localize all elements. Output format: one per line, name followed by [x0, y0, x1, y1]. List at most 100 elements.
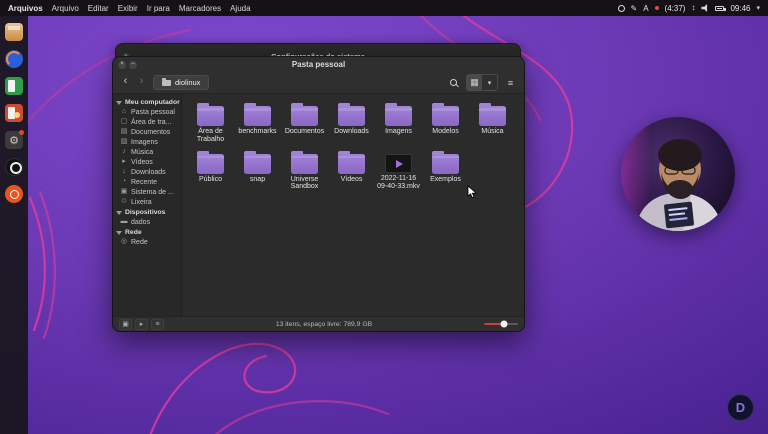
logo-letter: D — [735, 400, 746, 415]
file-item-imagens[interactable]: Imagens — [375, 103, 422, 144]
dock-obs-studio-icon[interactable] — [5, 158, 23, 176]
status-text: 13 itens, espaço livre: 789,9 GB — [275, 320, 373, 328]
file-item-modelos[interactable]: Modelos — [422, 103, 469, 144]
file-item-universe-sandbox[interactable]: Universe Sandbox — [281, 150, 328, 192]
file-item-area-de-trabalho[interactable]: Área de Trabalho — [187, 103, 234, 144]
sidebar-item-dados[interactable]: dados — [113, 217, 181, 227]
title-bar[interactable]: × – Pasta pessoal — [113, 57, 524, 72]
sidebar-item-imagens[interactable]: Imagens — [113, 137, 181, 147]
chevron-down-icon — [116, 230, 122, 235]
mouse-cursor — [467, 185, 478, 204]
sidebar-item-pasta-pessoal[interactable]: Pasta pessoal — [113, 107, 181, 117]
status-bar: ▣ ▸ ≡ 13 itens, espaço livre: 789,9 GB — [113, 316, 524, 331]
menu-ajuda[interactable]: Ajuda — [230, 4, 250, 13]
menu-marcadores[interactable]: Marcadores — [179, 4, 221, 13]
back-button[interactable]: ‹ — [119, 75, 132, 90]
search-button[interactable] — [446, 75, 461, 90]
diolinux-logo: D — [727, 394, 754, 421]
folder-icon — [479, 103, 506, 126]
terminal-toggle-icon[interactable]: ≡ — [151, 318, 164, 330]
sidebar-item-lixeira[interactable]: Lixeira — [113, 197, 181, 207]
search-icon — [450, 79, 457, 86]
file-item-downloads[interactable]: Downloads — [328, 103, 375, 144]
sidebar-item-rede[interactable]: Rede — [113, 237, 181, 247]
sidebar-section-rede[interactable]: Rede — [113, 227, 181, 237]
toolbar: ‹ › diolinux ▦ ▾ ≡ — [113, 72, 524, 94]
dock-ubuntu-icon[interactable] — [5, 185, 23, 203]
dock-libreoffice-impress-icon[interactable] — [5, 104, 23, 122]
file-item-exemplos[interactable]: Exemplos — [422, 150, 469, 192]
file-label: benchmarks — [238, 128, 277, 135]
sidebar-item-label: Rede — [131, 238, 148, 246]
zoom-slider[interactable] — [484, 319, 518, 330]
sidebar-item-videos[interactable]: Vídeos — [113, 157, 181, 167]
section-label: Rede — [125, 229, 142, 236]
file-label: snap — [249, 175, 266, 183]
file-item-benchmarks[interactable]: benchmarks — [234, 103, 281, 144]
places-toggle-icon[interactable]: ▣ — [119, 318, 132, 330]
file-label: Modelos — [432, 128, 459, 135]
close-icon[interactable]: × — [118, 60, 126, 69]
keyboard-layout-indicator[interactable]: A — [643, 4, 648, 13]
drive-icon — [120, 218, 128, 226]
focused-app-name[interactable]: Arquivos — [8, 4, 43, 13]
clock[interactable]: 09:46 — [730, 4, 750, 13]
file-item-snap[interactable]: snap — [234, 150, 281, 192]
menu-exibir[interactable]: Exibir — [118, 4, 138, 13]
dock-libreoffice-calc-icon[interactable] — [5, 77, 23, 95]
file-item-videos[interactable]: Vídeos — [328, 150, 375, 192]
annotation-pen-icon[interactable]: ✎ — [631, 4, 638, 13]
sidebar-item-recente[interactable]: Recente — [113, 177, 181, 187]
file-item-documentos[interactable]: Documentos — [281, 103, 328, 144]
sidebar-item-sistema[interactable]: Sistema de ... — [113, 187, 181, 197]
videos-icon — [120, 158, 128, 166]
folder-icon — [338, 103, 365, 126]
sidebar-section-dispositivos[interactable]: Dispositivos — [113, 207, 181, 217]
file-item-musica[interactable]: Música — [469, 103, 516, 144]
sidebar-item-musica[interactable]: Música — [113, 147, 181, 157]
webcam-overlay — [621, 117, 735, 231]
forward-button[interactable]: › — [135, 75, 148, 90]
sidebar-item-area-de-trabalho[interactable]: Área de tra... — [113, 117, 181, 127]
top-bar: Arquivos Arquivo Editar Exibir Ir para M… — [0, 0, 768, 16]
treeview-toggle-icon[interactable]: ▸ — [135, 318, 148, 330]
sidebar-item-label: Downloads — [131, 168, 166, 176]
file-label: Downloads — [334, 128, 369, 135]
menu-icon[interactable]: ≡ — [503, 75, 518, 90]
menu-arquivo[interactable]: Arquivo — [52, 4, 79, 13]
recording-timer[interactable]: (4:37) — [665, 4, 686, 13]
volume-icon[interactable] — [701, 4, 708, 12]
path-button[interactable]: diolinux — [153, 75, 210, 90]
dock-files-icon[interactable] — [5, 23, 23, 41]
zoom-knob[interactable] — [500, 320, 508, 328]
file-item-publico[interactable]: Público — [187, 150, 234, 192]
sidebar-item-label: dados — [131, 218, 151, 226]
system-icon — [120, 188, 128, 196]
dock: ⚙ — [0, 16, 28, 434]
dock-settings-gear-icon[interactable]: ⚙ — [5, 130, 24, 149]
video-file-icon — [385, 154, 412, 174]
sidebar-item-label: Música — [131, 148, 154, 156]
minimize-icon[interactable]: – — [129, 60, 137, 69]
section-label: Meu computador — [125, 99, 180, 106]
folder-icon — [432, 150, 459, 174]
chevron-down-icon[interactable]: ▾ — [756, 4, 760, 12]
section-label: Dispositivos — [125, 209, 166, 216]
grid-view-icon[interactable]: ▦ — [467, 75, 482, 90]
dock-browser-icon[interactable] — [5, 50, 23, 68]
menu-editar[interactable]: Editar — [88, 4, 109, 13]
network-icon[interactable]: ↕ — [691, 4, 695, 12]
documents-icon — [120, 128, 128, 136]
obs-tray-icon[interactable] — [617, 4, 625, 12]
chevron-down-icon — [116, 100, 122, 105]
menu-ir-para[interactable]: Ir para — [147, 4, 170, 13]
sidebar-item-documentos[interactable]: Documentos — [113, 127, 181, 137]
sidebar-section-meu-computador[interactable]: Meu computador — [113, 97, 181, 107]
file-item-video-mkv[interactable]: 2022-11-16 09-40-33.mkv — [375, 151, 422, 192]
view-dropdown-icon[interactable]: ▾ — [482, 75, 497, 90]
webcam-person — [621, 117, 735, 231]
file-label: Público — [199, 175, 222, 183]
sidebar-item-downloads[interactable]: Downloads — [113, 167, 181, 177]
view-toggle: ▦ ▾ — [466, 74, 498, 91]
battery-icon[interactable] — [715, 5, 726, 11]
